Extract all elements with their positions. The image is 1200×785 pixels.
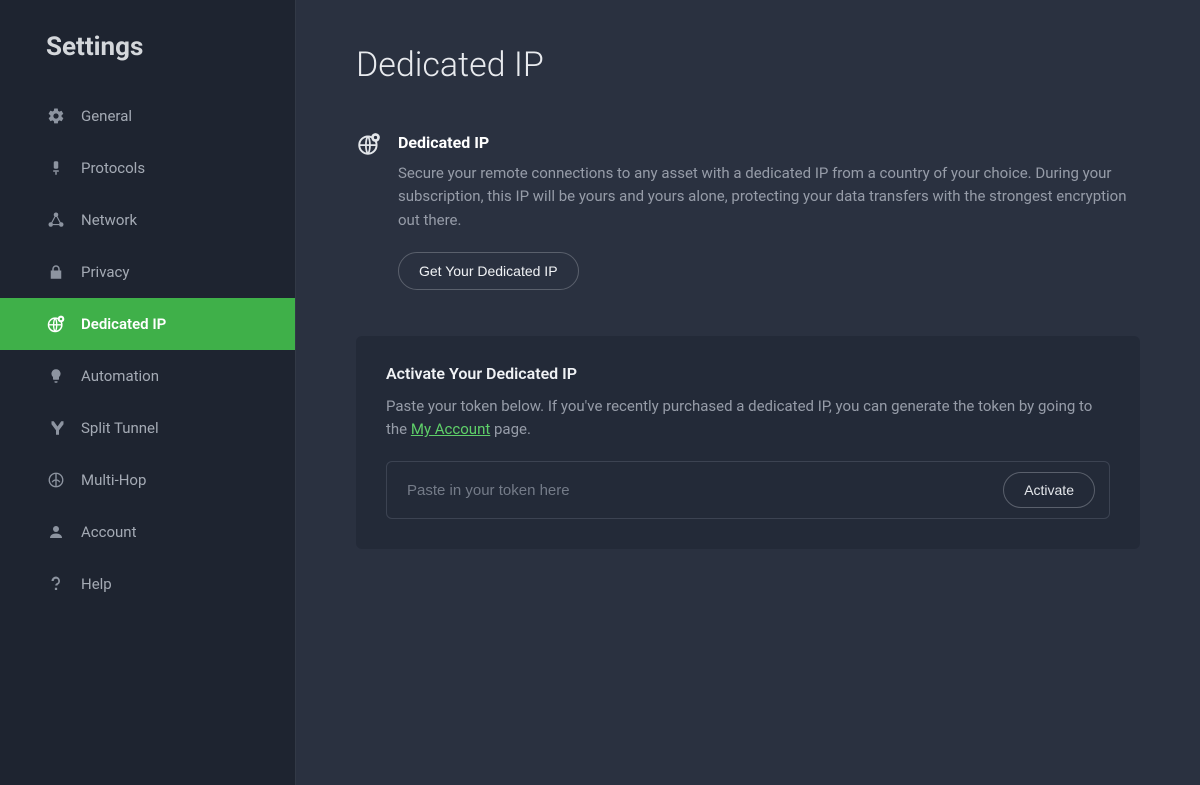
activate-description: Paste your token below. If you've recent… [386,395,1110,442]
sidebar-item-label: Account [81,523,137,541]
my-account-link[interactable]: My Account [411,420,490,438]
sidebar-title: Settings [0,0,295,90]
sidebar-item-dedicated-ip[interactable]: Dedicated IP [0,298,295,350]
lock-icon [46,262,66,282]
protocols-icon [46,158,66,178]
sidebar-item-label: General [81,107,132,125]
question-icon [46,574,66,594]
sidebar-item-privacy[interactable]: Privacy [0,246,295,298]
sidebar-item-label: Privacy [81,263,129,281]
token-input-row: Activate [386,461,1110,519]
globe-pin-icon [46,314,66,334]
sidebar-item-label: Protocols [81,159,145,177]
sidebar-item-help[interactable]: Help [0,558,295,610]
main-content: Dedicated IP Dedicated IP Secure your re… [296,0,1200,785]
globe-pin-icon [356,131,382,157]
activate-title: Activate Your Dedicated IP [386,364,1110,383]
section-title: Dedicated IP [398,133,1140,152]
get-dedicated-ip-button[interactable]: Get Your Dedicated IP [398,252,579,290]
sidebar-item-automation[interactable]: Automation [0,350,295,402]
person-icon [46,522,66,542]
network-icon [46,210,66,230]
dedicated-ip-section: Dedicated IP Secure your remote connecti… [356,133,1140,290]
sidebar-item-label: Multi-Hop [81,471,146,489]
multihop-icon [46,470,66,490]
sidebar-nav: General Protocols Network Privacy Dedica [0,90,295,610]
token-input[interactable] [407,482,1003,499]
sidebar-item-general[interactable]: General [0,90,295,142]
sidebar-item-protocols[interactable]: Protocols [0,142,295,194]
sidebar-item-label: Split Tunnel [81,419,159,437]
sidebar: Settings General Protocols Network Priva… [0,0,296,785]
gear-icon [46,106,66,126]
sidebar-item-network[interactable]: Network [0,194,295,246]
sidebar-item-split-tunnel[interactable]: Split Tunnel [0,402,295,454]
sidebar-item-account[interactable]: Account [0,506,295,558]
sidebar-item-label: Automation [81,367,159,385]
activate-desc-suffix: page. [490,420,531,438]
split-icon [46,418,66,438]
sidebar-item-multi-hop[interactable]: Multi-Hop [0,454,295,506]
lightbulb-icon [46,366,66,386]
section-description: Secure your remote connections to any as… [398,162,1140,232]
page-title: Dedicated IP [356,45,1140,85]
activate-card: Activate Your Dedicated IP Paste your to… [356,336,1140,550]
activate-button[interactable]: Activate [1003,472,1095,508]
sidebar-item-label: Help [81,575,112,593]
sidebar-item-label: Network [81,211,137,229]
sidebar-item-label: Dedicated IP [81,315,166,333]
